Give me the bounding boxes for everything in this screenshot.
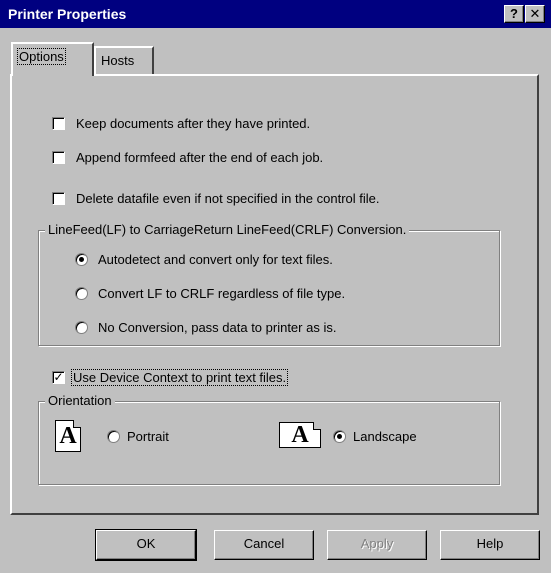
tab-hosts-label: Hosts — [101, 53, 135, 68]
keep-documents-checkbox[interactable] — [52, 117, 65, 130]
orientation-legend: Orientation — [45, 393, 115, 408]
radio-convert[interactable] — [75, 287, 88, 300]
title-bar[interactable]: Printer Properties ? ✕ — [0, 0, 551, 28]
ok-button[interactable]: OK — [95, 529, 197, 561]
portrait-page-icon: A — [55, 420, 81, 452]
delete-datafile-label: Delete datafile even if not specified in… — [76, 191, 380, 206]
options-panel: Keep documents after they have printed. … — [10, 74, 539, 515]
radio-autodetect[interactable] — [75, 253, 88, 266]
radio-autodetect-label: Autodetect and convert only for text fil… — [98, 252, 333, 267]
delete-datafile-checkbox[interactable] — [52, 192, 65, 205]
radio-portrait[interactable] — [107, 430, 120, 443]
orientation-groupbox: Orientation A Portrait A Landscape — [38, 393, 500, 485]
window-title: Printer Properties — [8, 6, 127, 22]
tab-options[interactable]: Options — [11, 42, 94, 76]
help-button[interactable]: Help — [440, 530, 540, 560]
append-formfeed-label: Append formfeed after the end of each jo… — [76, 150, 324, 165]
close-button[interactable]: ✕ — [525, 5, 545, 23]
printer-properties-dialog: Printer Properties ? ✕ Options Hosts Kee… — [0, 0, 551, 573]
radio-landscape[interactable] — [333, 430, 346, 443]
landscape-page-icon: A — [279, 422, 321, 448]
conversion-groupbox: LineFeed(LF) to CarriageReturn LineFeed(… — [38, 222, 500, 346]
radio-no-conversion[interactable] — [75, 321, 88, 334]
tab-hosts[interactable]: Hosts — [94, 46, 154, 74]
tab-options-label: Options — [17, 48, 66, 65]
landscape-label: Landscape — [353, 429, 417, 444]
device-context-label: Use Device Context to print text files. — [70, 369, 289, 386]
apply-button[interactable]: Apply — [327, 530, 427, 560]
radio-convert-label: Convert LF to CRLF regardless of file ty… — [98, 286, 346, 301]
radio-no-conversion-label: No Conversion, pass data to printer as i… — [98, 320, 337, 335]
conversion-legend: LineFeed(LF) to CarriageReturn LineFeed(… — [45, 222, 410, 237]
device-context-checkbox[interactable]: ✓ — [52, 371, 65, 384]
cancel-button[interactable]: Cancel — [214, 530, 314, 560]
help-title-button[interactable]: ? — [504, 5, 524, 23]
append-formfeed-checkbox[interactable] — [52, 151, 65, 164]
portrait-label: Portrait — [127, 429, 169, 444]
keep-documents-label: Keep documents after they have printed. — [76, 116, 311, 131]
